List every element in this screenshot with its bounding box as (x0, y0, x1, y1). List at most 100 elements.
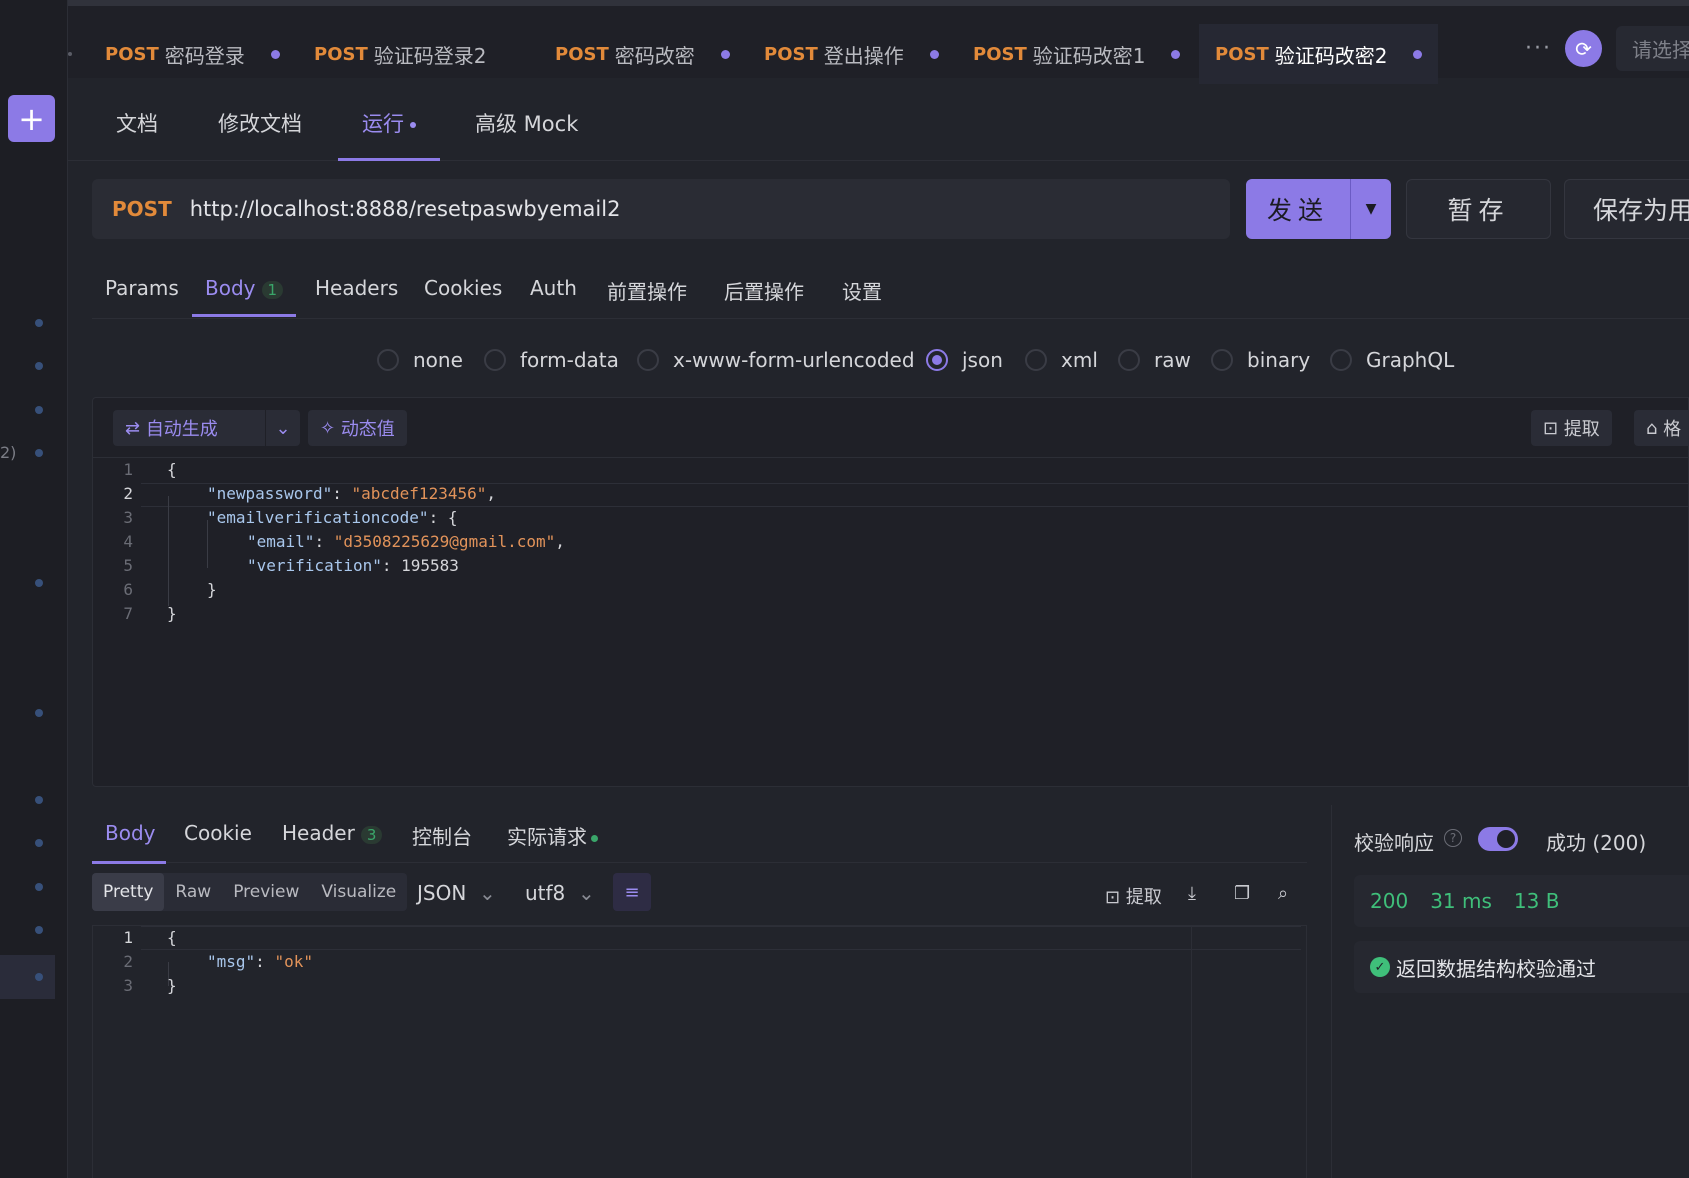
radio-graphql[interactable]: GraphQL (1330, 345, 1454, 375)
tab-pre-ops[interactable]: 前置操作 (607, 276, 687, 305)
request-tab-active[interactable]: POST 验证码改密2 (1199, 24, 1439, 84)
tab-response-cookie[interactable]: Cookie (184, 821, 252, 845)
status-code: 200 (1370, 889, 1409, 913)
auto-generate-button[interactable]: ⇄ 自动生成 (113, 410, 265, 446)
tab-auth[interactable]: Auth (530, 276, 577, 300)
tab-body[interactable]: Body 1 (205, 276, 284, 300)
word-wrap-icon[interactable]: ≡ (613, 873, 651, 911)
tab-console[interactable]: 控制台 (412, 821, 472, 850)
response-tabs: Body Cookie Header 3 控制台 实际请求 (92, 805, 1307, 863)
request-tab[interactable]: POST 密码登录 (105, 24, 280, 84)
current-line-highlight (141, 926, 1301, 950)
search-icon[interactable]: ⌕ (1278, 883, 1288, 904)
view-preview[interactable]: Preview (222, 873, 310, 911)
request-tab[interactable]: POST 验证码改密1 (973, 24, 1181, 84)
editor-toolbar: ⇄ 自动生成 ⌄ ✧ 动态值 ⊡ 提取 ⌂ 格 (93, 398, 1689, 458)
dynamic-value-button[interactable]: ✧ 动态值 (308, 410, 407, 446)
radio-binary[interactable]: binary (1211, 345, 1310, 375)
extract-button[interactable]: ⊡ 提取 (1531, 410, 1612, 446)
request-body-editor[interactable]: ⇄ 自动生成 ⌄ ✧ 动态值 ⊡ 提取 ⌂ 格 1 2 3 4 5 6 7 { … (92, 397, 1689, 787)
url-bar[interactable]: POST http://localhost:8888/resetpaswbyem… (92, 179, 1230, 239)
extract-icon: ⊡ (1543, 417, 1564, 439)
tab-response-body[interactable]: Body (105, 821, 156, 845)
line-number: 3 (123, 508, 133, 527)
tab-docs[interactable]: 文档 (116, 108, 158, 138)
sync-icon[interactable]: ⟳ (1565, 30, 1602, 67)
radio-none[interactable]: none (377, 345, 463, 375)
radio-urlencoded[interactable]: x-www-form-urlencoded (637, 345, 915, 375)
response-body[interactable]: 1 2 3 { "msg": "ok" } (92, 925, 1307, 1178)
request-params-tabs: Params Body 1 Headers Cookies Auth 前置操作 后… (68, 260, 1689, 318)
url-input[interactable]: http://localhost:8888/resetpaswbyemail2 (190, 197, 621, 221)
format-button[interactable]: ⌂ 格 (1634, 410, 1689, 446)
tab-actual-request[interactable]: 实际请求 (507, 821, 598, 850)
validation-toggle[interactable] (1478, 827, 1518, 851)
chevron-down-icon[interactable]: ▼ (1350, 179, 1391, 239)
tree-dot[interactable] (35, 406, 43, 414)
copy-icon[interactable]: ❐ (1234, 883, 1250, 904)
send-button[interactable]: 发送 ▼ (1246, 179, 1391, 239)
method-select[interactable]: POST (112, 197, 172, 221)
radio-circle (1025, 349, 1047, 371)
tab-edit-docs[interactable]: 修改文档 (218, 108, 302, 138)
view-visualize[interactable]: Visualize (310, 873, 407, 911)
tab-cookies[interactable]: Cookies (424, 276, 502, 300)
divider (92, 318, 1689, 319)
radio-raw[interactable]: raw (1118, 345, 1191, 375)
tree-dot[interactable] (35, 449, 43, 457)
tab-headers[interactable]: Headers (315, 276, 398, 300)
radio-form-data[interactable]: form-data (484, 345, 619, 375)
rail-edge-text: 2) (0, 443, 17, 462)
count-badge: 1 (261, 281, 284, 299)
save-as-button[interactable]: 保存为用 (1564, 179, 1689, 239)
more-tabs-icon[interactable]: ··· (1525, 36, 1552, 61)
tab-run-label: 运行 (362, 112, 404, 136)
view-raw[interactable]: Raw (164, 873, 222, 911)
tree-dot[interactable] (35, 883, 43, 891)
tab-response-header[interactable]: Header 3 (282, 821, 383, 845)
tab-settings[interactable]: 设置 (842, 276, 882, 305)
tab-post-ops[interactable]: 后置操作 (724, 276, 804, 305)
dynamic-value-label: 动态值 (340, 419, 395, 440)
send-label[interactable]: 发送 (1246, 179, 1350, 239)
radio-json[interactable]: json (926, 345, 1003, 375)
tree-dot[interactable] (35, 362, 43, 370)
radio-circle (1211, 349, 1233, 371)
tab-lead (68, 24, 106, 84)
chevron-down-icon[interactable]: ⌄ (266, 410, 300, 446)
help-icon[interactable]: ? (1444, 829, 1462, 847)
stash-button[interactable]: 暂存 (1406, 179, 1551, 239)
tab-mock[interactable]: 高级 Mock (475, 108, 578, 138)
format-value: JSON (417, 881, 467, 905)
unsaved-dot (1413, 49, 1423, 59)
download-icon[interactable]: ⤓ (1188, 883, 1196, 904)
encoding-select[interactable]: utf8 ⌄ (525, 881, 595, 905)
request-tab[interactable]: POST 验证码登录2 (314, 24, 486, 84)
format-label: 格 (1663, 419, 1682, 440)
extract-button[interactable]: ⊡ 提取 (1105, 883, 1162, 909)
radio-circle-selected (926, 349, 948, 371)
request-tab[interactable]: POST 密码改密 (555, 24, 730, 84)
tree-dot[interactable] (35, 319, 43, 327)
tree-dot[interactable] (35, 926, 43, 934)
request-tab[interactable]: POST 登出操作 (764, 24, 939, 84)
tree-dot[interactable] (35, 796, 43, 804)
tab-params[interactable]: Params (105, 276, 179, 300)
line-number: 4 (123, 532, 133, 551)
add-button[interactable]: + (8, 95, 55, 142)
validation-pass-box: ✓ 返回数据结构校验通过 (1354, 941, 1689, 993)
tree-dot[interactable] (35, 839, 43, 847)
validation-panel: 校验响应 ? 成功 (200) 200 31 ms 13 B ✓ 返回数据结构校… (1331, 805, 1689, 1178)
tree-dot[interactable] (35, 579, 43, 587)
view-pretty[interactable]: Pretty (92, 873, 165, 911)
radio-xml[interactable]: xml (1025, 345, 1098, 375)
request-tab-bar: POST 密码登录 POST 验证码登录2 POST 密码改密 POST 登出操… (68, 0, 1689, 84)
line-number: 1 (123, 460, 133, 479)
scrollbar[interactable] (1191, 925, 1211, 1178)
tree-dot[interactable] (35, 709, 43, 717)
environment-select[interactable]: 请选择环境 (1616, 26, 1689, 71)
active-tab-underline (92, 861, 166, 864)
tree-item-selected[interactable] (0, 955, 55, 999)
format-select[interactable]: JSON ⌄ (417, 881, 496, 905)
tab-run[interactable]: 运行 (362, 108, 416, 138)
